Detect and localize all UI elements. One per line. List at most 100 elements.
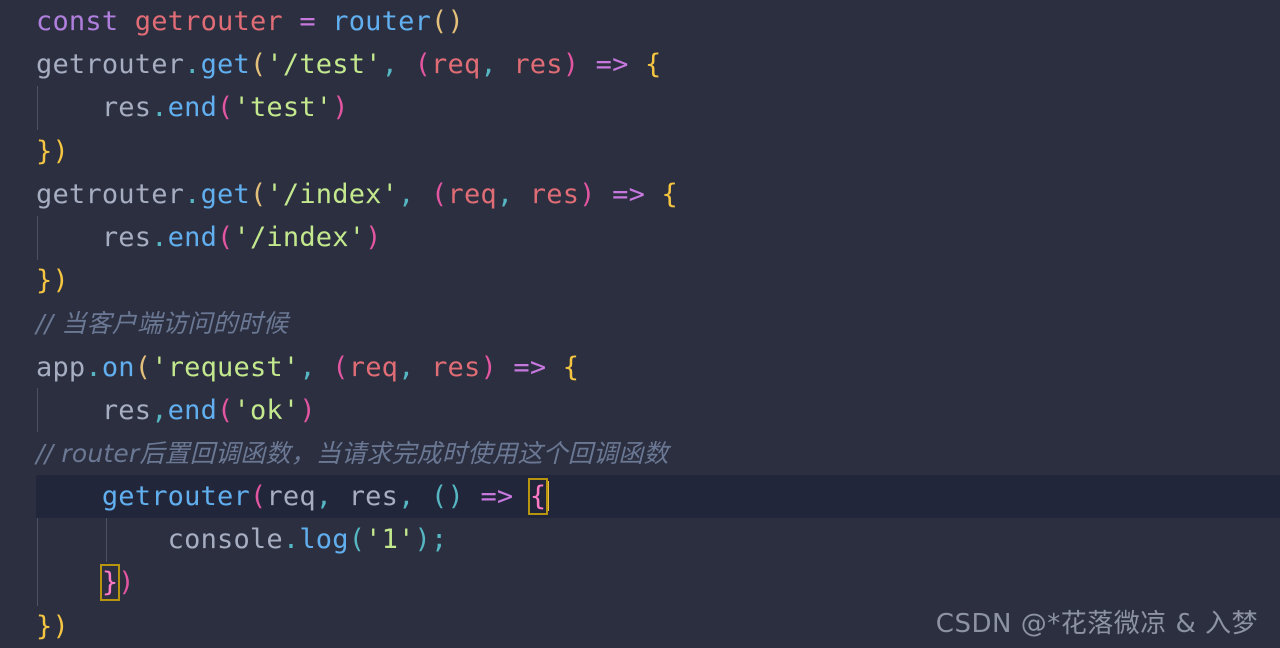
token-object: app — [36, 351, 86, 383]
token-comma: , — [398, 481, 415, 513]
code-line[interactable]: console.log('1'); — [0, 518, 1280, 561]
watermark: CSDN @*花落微凉 & 入梦 — [935, 609, 1258, 639]
token-paren: ) — [447, 481, 464, 513]
code-line-active[interactable]: getrouter(req, res, () => { — [0, 475, 1280, 519]
token-arg: res — [348, 481, 399, 513]
token-paren: ( — [414, 49, 432, 81]
token-paren: ) — [579, 178, 596, 210]
code-line[interactable]: getrouter.get('/test', (req, res) => { — [0, 43, 1280, 86]
token-arrow: => — [513, 351, 547, 383]
token-comma: , — [299, 351, 316, 383]
token-variable: getrouter — [134, 6, 283, 37]
token-method: end — [167, 92, 218, 124]
token-paren: ) — [52, 610, 69, 642]
token-brace: { — [645, 49, 662, 81]
code-line[interactable]: // router后置回调函数，当请求完成时使用这个回调函数 — [0, 432, 1280, 475]
token-paren: ) — [480, 351, 497, 383]
token-arrow: => — [612, 178, 646, 210]
code-line[interactable]: }) — [0, 259, 1280, 302]
token-comment: // router后置回调函数，当请求完成时使用这个回调函数 — [36, 438, 669, 468]
token-object: console — [167, 524, 283, 556]
token-dot: . — [282, 524, 300, 556]
token-paren: ( — [134, 351, 152, 383]
code-line[interactable]: res.end('/index') — [0, 216, 1280, 259]
token-brace: { — [562, 351, 580, 383]
code-line[interactable]: const getrouter = router() — [0, 0, 1280, 43]
token-comment: // 当客户端访问的时候 — [36, 309, 289, 339]
token-semicolon: ; — [431, 524, 448, 556]
token-brace: } — [36, 265, 53, 297]
code-line[interactable]: res,end('ok') — [0, 389, 1280, 432]
token-dot: . — [184, 49, 201, 81]
token-dot: . — [151, 92, 168, 124]
token-paren: ( — [431, 178, 448, 210]
token-string: '/index' — [266, 178, 399, 210]
token-param: req — [447, 178, 497, 210]
token-paren: ) — [118, 567, 135, 599]
token-paren: ( — [249, 481, 267, 513]
token-function: getrouter — [101, 481, 250, 513]
token-string: 'test' — [233, 92, 333, 124]
token-method: get — [200, 49, 250, 81]
code-line[interactable]: // 当客户端访问的时候 — [0, 302, 1280, 345]
token-arrow: => — [595, 49, 629, 81]
token-paren: ( — [249, 178, 267, 210]
code-content[interactable]: const getrouter = router() getrouter.get… — [0, 0, 1280, 648]
token-paren: ( — [217, 394, 234, 426]
token-paren: ) — [365, 221, 382, 253]
token-paren: ) — [447, 6, 464, 37]
token-object: getrouter — [36, 49, 185, 81]
token-paren: ) — [562, 49, 580, 81]
token-object: getrouter — [36, 178, 185, 210]
token-param: res — [529, 178, 580, 210]
token-keyword: const — [36, 6, 119, 37]
token-operator: = — [299, 6, 316, 37]
token-method: get — [200, 178, 250, 210]
token-dot: . — [151, 221, 168, 253]
token-paren: ) — [332, 92, 349, 124]
token-paren: ( — [249, 49, 267, 81]
token-comma: , — [315, 481, 333, 513]
token-dot: . — [184, 178, 201, 210]
token-string: '1' — [365, 524, 415, 556]
token-paren: ( — [332, 351, 349, 383]
token-paren: ) — [414, 524, 432, 556]
code-line[interactable]: getrouter.get('/index', (req, res) => { — [0, 173, 1280, 216]
token-paren: ( — [431, 481, 448, 513]
token-paren: ( — [217, 92, 234, 124]
token-comma: , — [151, 394, 168, 426]
token-paren: ( — [348, 524, 366, 556]
token-param: res — [513, 49, 563, 81]
token-string: '/index' — [233, 221, 366, 253]
token-string: '/test' — [266, 49, 382, 81]
code-line[interactable]: }) — [0, 130, 1280, 173]
token-param: res — [431, 351, 481, 383]
token-brace: } — [36, 135, 53, 167]
token-object: res — [101, 394, 152, 426]
token-string: 'ok' — [233, 394, 300, 426]
token-string: 'request' — [151, 351, 300, 383]
token-paren: ( — [217, 221, 234, 253]
token-paren: ( — [431, 6, 448, 37]
token-param: req — [348, 351, 399, 383]
token-brace-matched: } — [99, 564, 121, 602]
token-brace-matched: { — [527, 478, 549, 516]
code-line[interactable]: res.end('test') — [0, 86, 1280, 129]
token-function: router — [332, 6, 431, 37]
token-comma: , — [381, 49, 399, 81]
token-arrow: => — [480, 481, 514, 513]
token-arg: req — [266, 481, 316, 513]
token-method: end — [167, 221, 218, 253]
token-brace: { — [661, 178, 678, 210]
text-cursor — [547, 481, 550, 512]
token-brace: } — [36, 610, 53, 642]
code-editor[interactable]: const getrouter = router() getrouter.get… — [0, 0, 1280, 648]
token-paren: ) — [52, 135, 69, 167]
code-line[interactable]: app.on('request', (req, res) => { — [0, 346, 1280, 389]
token-paren: ) — [52, 265, 69, 297]
token-method: on — [101, 351, 135, 383]
token-object: res — [101, 92, 152, 124]
token-paren: ) — [299, 394, 316, 426]
token-param: req — [431, 49, 481, 81]
code-line[interactable]: }) — [0, 561, 1280, 604]
